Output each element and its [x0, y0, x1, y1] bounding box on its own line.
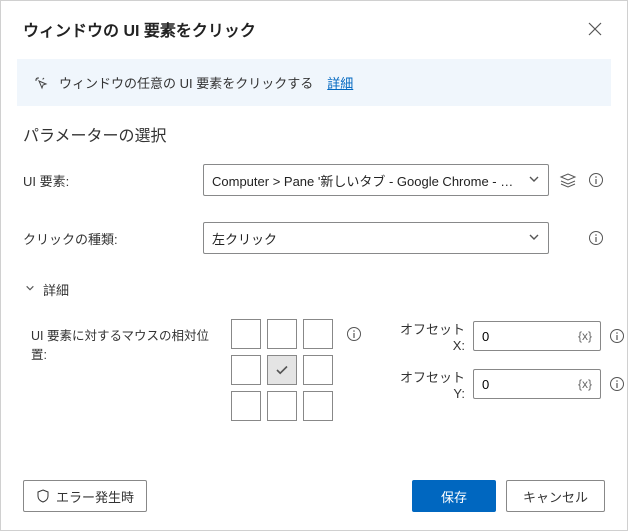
save-button[interactable]: 保存: [412, 480, 496, 512]
titlebar: ウィンドウの UI 要素をクリック: [1, 1, 627, 55]
pos-top-center[interactable]: [267, 319, 297, 349]
pos-middle-right[interactable]: [303, 355, 333, 385]
form-area: UI 要素: Computer > Pane '新しいタブ - Google C…: [1, 164, 627, 465]
row-offset-x: オフセット X: {x}: [387, 319, 625, 353]
row-offset-y: オフセット Y: {x}: [387, 367, 625, 401]
dialog-click-ui-element: ウィンドウの UI 要素をクリック ウィンドウの任意の UI 要素をクリックする…: [0, 0, 628, 531]
row-ui-element: UI 要素: Computer > Pane '新しいタブ - Google C…: [23, 164, 605, 196]
info-icon: [588, 172, 604, 188]
input-offset-x[interactable]: {x}: [473, 321, 601, 351]
banner-text: ウィンドウの任意の UI 要素をクリックする: [59, 73, 313, 92]
fx-offset-x[interactable]: {x}: [578, 329, 592, 343]
info-click-type[interactable]: [587, 229, 605, 247]
fx-offset-y[interactable]: {x}: [578, 377, 592, 391]
info-offset-y[interactable]: [609, 375, 625, 393]
shield-icon: [36, 489, 50, 503]
row-click-type: クリックの種類: 左クリック .: [23, 222, 605, 254]
label-relative-position: UI 要素に対するマウスの相対位置:: [31, 319, 219, 363]
info-icon: [609, 376, 625, 392]
label-ui-element: UI 要素:: [23, 171, 203, 190]
info-offset-x[interactable]: [609, 327, 625, 345]
input-offset-y[interactable]: {x}: [473, 369, 601, 399]
pos-bottom-center[interactable]: [267, 391, 297, 421]
relative-position-grid: [231, 319, 333, 421]
stack-icon: [559, 171, 577, 189]
info-ui-element[interactable]: [587, 171, 605, 189]
pos-bottom-left[interactable]: [231, 391, 261, 421]
dialog-footer: エラー発生時 保存 キャンセル: [1, 465, 627, 530]
info-icon: [609, 328, 625, 344]
chevron-down-icon: [25, 283, 35, 296]
info-icon: [346, 326, 362, 342]
select-ui-element-value: Computer > Pane '新しいタブ - Google Chrome -…: [212, 171, 522, 190]
chevron-down-icon: [528, 231, 540, 246]
dialog-title: ウィンドウの UI 要素をクリック: [23, 17, 256, 41]
select-ui-element[interactable]: Computer > Pane '新しいタブ - Google Chrome -…: [203, 164, 549, 196]
on-error-label: エラー発生時: [56, 487, 134, 506]
info-banner: ウィンドウの任意の UI 要素をクリックする 詳細: [17, 59, 611, 106]
details-label: 詳細: [43, 280, 69, 299]
info-relative-position[interactable]: [345, 325, 363, 343]
advanced-section: UI 要素に対するマウスの相対位置:: [23, 319, 605, 421]
select-click-type[interactable]: 左クリック: [203, 222, 549, 254]
relative-position-group: UI 要素に対するマウスの相対位置:: [31, 319, 363, 421]
check-icon: [275, 363, 289, 377]
offset-x-field[interactable]: [482, 329, 542, 344]
offset-group: オフセット X: {x} オフセット Y: {x}: [387, 319, 625, 401]
details-toggle[interactable]: 詳細: [23, 280, 605, 299]
close-icon: [588, 22, 602, 36]
element-picker-button[interactable]: [559, 171, 577, 189]
label-offset-y: オフセット Y:: [387, 367, 465, 401]
label-click-type: クリックの種類:: [23, 229, 203, 248]
select-click-type-value: 左クリック: [212, 229, 522, 248]
pos-top-left[interactable]: [231, 319, 261, 349]
info-icon: [588, 230, 604, 246]
footer-actions: 保存 キャンセル: [412, 480, 605, 512]
offset-y-field[interactable]: [482, 377, 542, 392]
pos-bottom-right[interactable]: [303, 391, 333, 421]
on-error-button[interactable]: エラー発生時: [23, 480, 147, 512]
pos-top-right[interactable]: [303, 319, 333, 349]
pos-middle-center[interactable]: [267, 355, 297, 385]
cancel-button[interactable]: キャンセル: [506, 480, 605, 512]
cursor-click-icon: [33, 75, 49, 91]
section-params-title: パラメーターの選択: [1, 122, 627, 164]
chevron-down-icon: [528, 173, 540, 188]
banner-more-link[interactable]: 詳細: [327, 73, 353, 92]
pos-middle-left[interactable]: [231, 355, 261, 385]
label-offset-x: オフセット X:: [387, 319, 465, 353]
close-button[interactable]: [581, 15, 609, 43]
